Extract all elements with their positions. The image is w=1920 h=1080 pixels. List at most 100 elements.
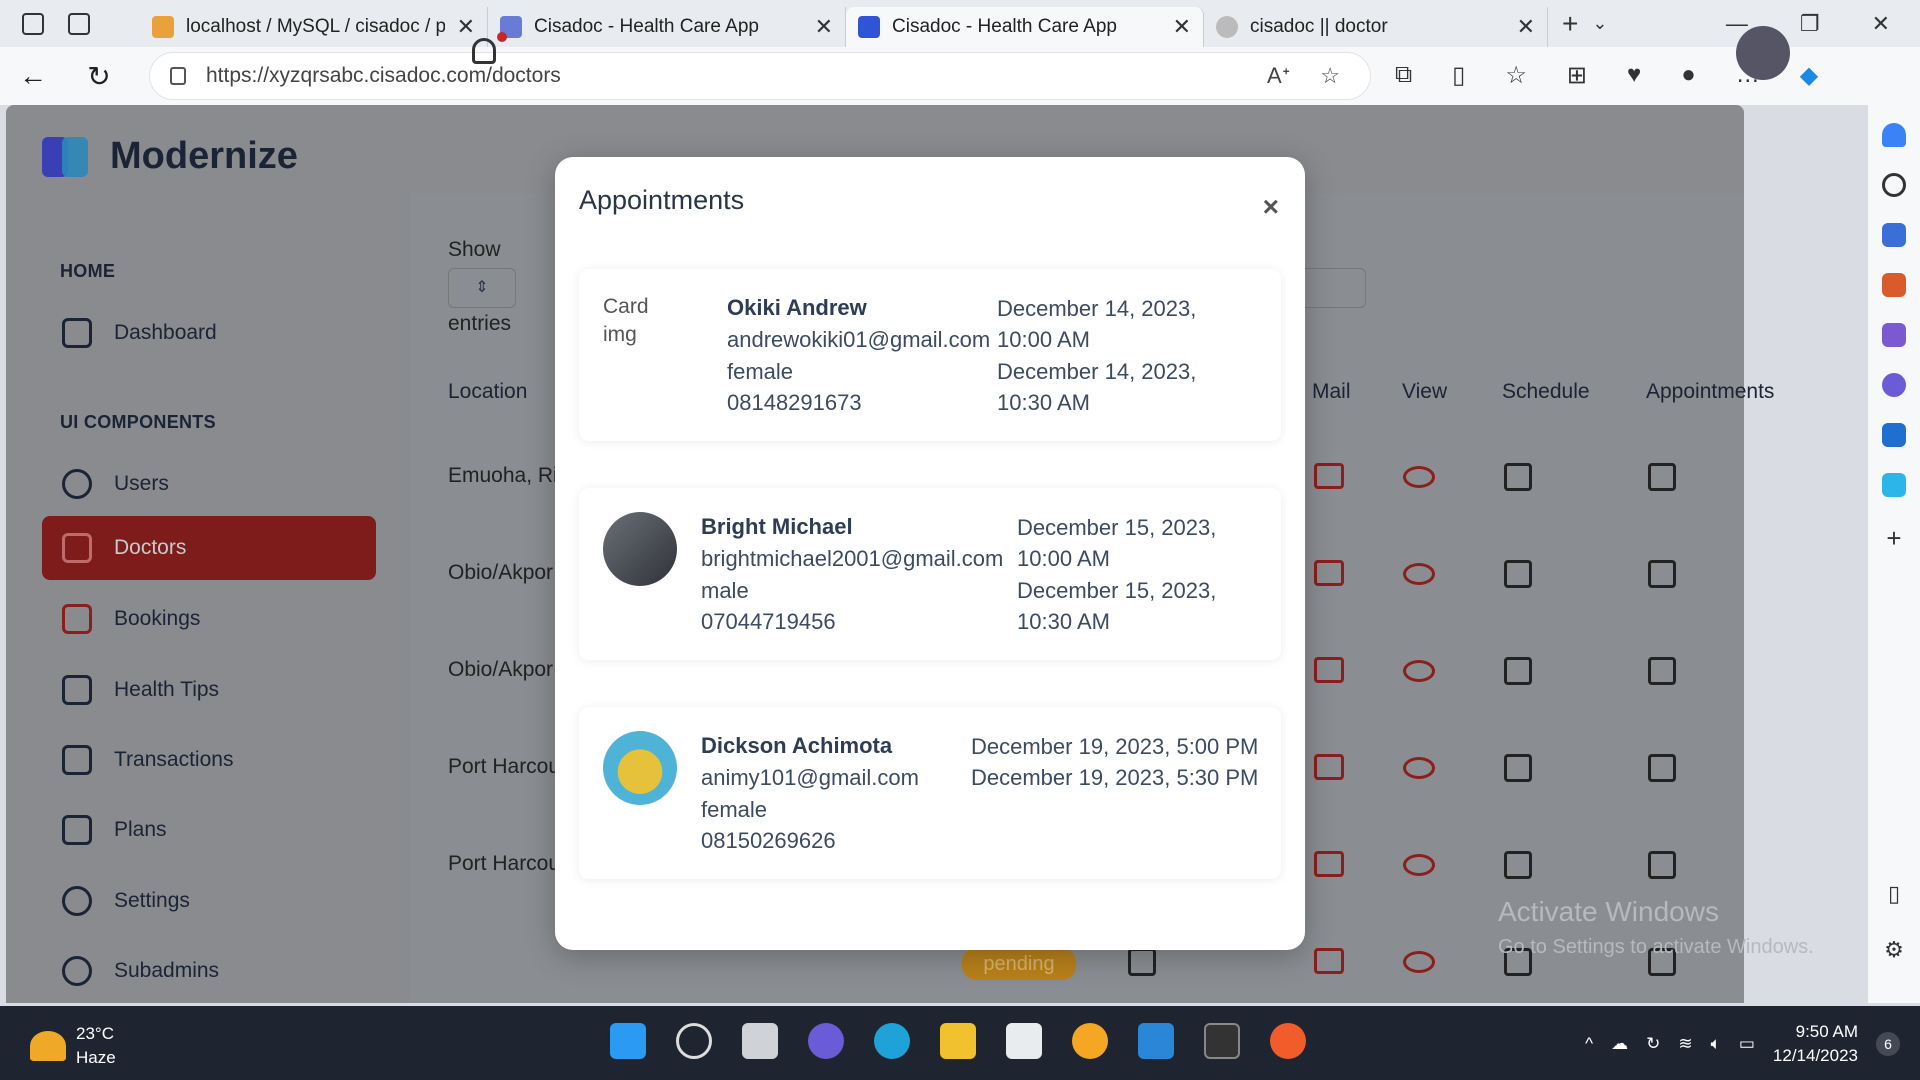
close-modal-button[interactable]: × bbox=[1263, 191, 1279, 223]
view-eye-icon[interactable] bbox=[1403, 660, 1435, 682]
edge-browser-icon[interactable] bbox=[874, 1023, 910, 1059]
notification-count-badge[interactable]: 6 bbox=[1876, 1032, 1900, 1056]
mail-icon[interactable] bbox=[1314, 948, 1344, 974]
view-eye-icon[interactable] bbox=[1403, 466, 1435, 488]
workspaces-icon[interactable] bbox=[22, 12, 44, 35]
start-windows-icon[interactable] bbox=[610, 1023, 646, 1059]
tab-phpmyadmin[interactable]: localhost / MySQL / cisadoc / pat ✕ bbox=[140, 7, 488, 47]
clock[interactable]: 9:50 AM 12/14/2023 bbox=[1773, 1020, 1858, 1068]
view-eye-icon[interactable] bbox=[1403, 854, 1435, 876]
mail-icon[interactable] bbox=[1314, 657, 1344, 683]
mail-icon[interactable] bbox=[1314, 851, 1344, 877]
refresh-button[interactable]: ↻ bbox=[66, 60, 132, 93]
notification-bell-icon[interactable] bbox=[472, 38, 496, 64]
tab-actions-icon[interactable] bbox=[68, 12, 90, 35]
view-eye-icon[interactable] bbox=[1403, 563, 1435, 585]
notification-dot bbox=[497, 32, 507, 42]
postman-icon[interactable] bbox=[1270, 1023, 1306, 1059]
schedule-calendar-icon[interactable] bbox=[1128, 948, 1156, 976]
schedule-calendar-icon[interactable] bbox=[1504, 560, 1532, 588]
tray-chevron-icon[interactable]: ^ bbox=[1585, 1034, 1593, 1054]
favorites-icon[interactable]: ☆ bbox=[1505, 61, 1527, 90]
tab-list-chevron-icon[interactable]: ⌄ bbox=[1592, 13, 1607, 34]
settings-gear-icon[interactable]: ⚙ bbox=[1884, 937, 1904, 963]
teams-chat-icon[interactable] bbox=[808, 1023, 844, 1059]
mail-icon[interactable] bbox=[1314, 754, 1344, 780]
copilot-icon[interactable]: ◆ bbox=[1800, 61, 1818, 90]
office-icon[interactable] bbox=[1882, 373, 1906, 397]
tag-icon[interactable] bbox=[1882, 223, 1906, 247]
search-icon[interactable] bbox=[1882, 173, 1906, 197]
schedule-calendar-icon[interactable] bbox=[1504, 463, 1532, 491]
add-icon[interactable]: + bbox=[1886, 523, 1901, 554]
microsoft-store-icon[interactable] bbox=[1006, 1023, 1042, 1059]
sidebar-item-bookings[interactable]: Bookings bbox=[42, 587, 376, 651]
close-tab-icon[interactable]: ✕ bbox=[1173, 14, 1191, 40]
schedule-calendar-icon[interactable] bbox=[1504, 754, 1532, 782]
read-aloud-icon[interactable]: Aᐩ bbox=[1267, 63, 1290, 89]
split-screen-icon[interactable]: ▯ bbox=[1452, 61, 1465, 90]
games-icon[interactable] bbox=[1882, 323, 1906, 347]
appointments-calendar-icon[interactable] bbox=[1648, 560, 1676, 588]
browser-essentials-icon[interactable]: ♥ bbox=[1627, 61, 1641, 90]
view-eye-icon[interactable] bbox=[1403, 757, 1435, 779]
volume-icon[interactable]: 🔈︎ bbox=[1711, 1034, 1721, 1054]
appointments-calendar-icon[interactable] bbox=[1648, 851, 1676, 879]
extensions-icon[interactable]: ⧉ bbox=[1395, 61, 1412, 90]
sidebar-item-users[interactable]: Users bbox=[42, 452, 376, 516]
file-explorer-icon[interactable] bbox=[940, 1023, 976, 1059]
sidebar-toggle-icon[interactable]: ▯ bbox=[1888, 881, 1900, 907]
sidebar-item-health-tips[interactable]: Health Tips bbox=[42, 658, 376, 722]
collections-icon[interactable]: ⊞ bbox=[1567, 61, 1587, 90]
entries-select[interactable]: ⇕ bbox=[448, 268, 516, 308]
sidebar-item-doctors[interactable]: Doctors bbox=[42, 516, 376, 580]
tab-cisadoc-active[interactable]: Cisadoc - Health Care App ✕ bbox=[846, 7, 1204, 47]
table-cell-location: Obio/Akpor bbox=[448, 658, 554, 681]
sync-icon[interactable]: ↻ bbox=[1646, 1034, 1660, 1054]
mail-icon[interactable] bbox=[1314, 560, 1344, 586]
restore-button[interactable]: ❐ bbox=[1800, 11, 1820, 37]
weather-widget[interactable]: 23°C Haze bbox=[30, 1022, 116, 1070]
back-button[interactable]: ← bbox=[0, 60, 66, 92]
close-tab-icon[interactable]: ✕ bbox=[457, 14, 475, 40]
schedule-calendar-icon[interactable] bbox=[1504, 657, 1532, 685]
vscode-icon[interactable] bbox=[1138, 1023, 1174, 1059]
close-window-button[interactable]: ✕ bbox=[1872, 11, 1890, 37]
avatar[interactable] bbox=[1736, 26, 1790, 80]
view-eye-icon[interactable] bbox=[1403, 951, 1435, 973]
toolbox-icon[interactable] bbox=[1882, 273, 1906, 297]
terminal-icon[interactable] bbox=[1204, 1023, 1240, 1059]
close-tab-icon[interactable]: ✕ bbox=[1517, 14, 1535, 40]
onedrive-cloud-icon[interactable]: ☁ bbox=[1611, 1034, 1628, 1054]
sidebar-item-settings[interactable]: Settings bbox=[42, 869, 376, 933]
profile-icon[interactable]: ● bbox=[1681, 61, 1696, 90]
app-logo[interactable]: Modernize bbox=[42, 135, 298, 178]
sidebar-item-dashboard[interactable]: Dashboard bbox=[42, 301, 376, 365]
schedule-calendar-icon[interactable] bbox=[1504, 851, 1532, 879]
battery-icon[interactable]: ▭ bbox=[1739, 1034, 1755, 1054]
outlook-icon[interactable] bbox=[1882, 423, 1906, 447]
wifi-icon[interactable]: ≋ bbox=[1678, 1034, 1692, 1054]
sidebar-item-plans[interactable]: Plans bbox=[42, 798, 376, 862]
favorite-star-icon[interactable]: ☆ bbox=[1320, 63, 1340, 89]
sidebar-item-transactions[interactable]: Transactions bbox=[42, 728, 376, 792]
appointments-calendar-icon[interactable] bbox=[1648, 754, 1676, 782]
send-icon[interactable] bbox=[1882, 473, 1906, 497]
new-tab-button[interactable]: + bbox=[1548, 8, 1592, 40]
sidebar-item-subadmins[interactable]: Subadmins bbox=[42, 939, 376, 1003]
mail-icon[interactable] bbox=[1314, 463, 1344, 489]
search-icon[interactable] bbox=[676, 1023, 712, 1059]
close-tab-icon[interactable]: ✕ bbox=[815, 14, 833, 40]
tab-doctor[interactable]: cisadoc || doctor ✕ bbox=[1204, 7, 1548, 47]
appointments-calendar-icon[interactable] bbox=[1648, 657, 1676, 685]
tab-cisadoc-1[interactable]: Cisadoc - Health Care App ✕ bbox=[488, 7, 846, 47]
bell-icon[interactable] bbox=[1882, 123, 1906, 147]
url-field[interactable]: https://xyzqrsabc.cisadoc.com/doctors Aᐩ… bbox=[150, 53, 1370, 99]
weather-temp: 23°C bbox=[76, 1024, 114, 1043]
patient-name: Okiki Andrew bbox=[727, 295, 867, 320]
task-view-icon[interactable] bbox=[742, 1023, 778, 1059]
table-search-input[interactable] bbox=[1296, 268, 1366, 308]
app-sidebar: Modernize HOME Dashboard UI COMPONENTS U… bbox=[6, 105, 410, 1003]
brave-browser-icon[interactable] bbox=[1072, 1023, 1108, 1059]
appointments-calendar-icon[interactable] bbox=[1648, 463, 1676, 491]
